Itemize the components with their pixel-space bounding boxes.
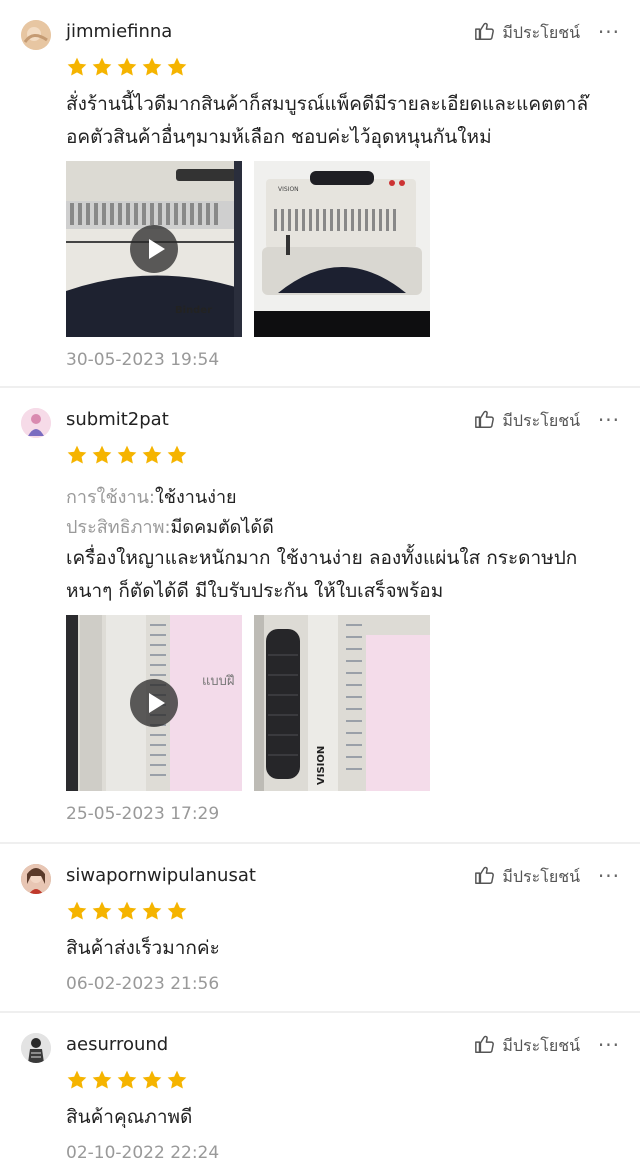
review-date: 02-10-2022 22:24 [66, 1143, 220, 1163]
reviewer-username[interactable]: jimmiefinna [66, 21, 172, 42]
thumbs-up-icon [474, 408, 496, 434]
attribute-key: การใช้งาน: [66, 487, 155, 508]
divider [0, 842, 640, 844]
thumbnail-caption: VISION [316, 746, 327, 785]
reviewer-username[interactable]: aesurround [66, 1034, 168, 1055]
reviewer-username[interactable]: submit2pat [66, 409, 169, 430]
review-text: เครื่องใหญาและหนักมาก ใช้งานง่าย ลองทั้ง… [66, 542, 622, 608]
star-icon [92, 57, 112, 76]
review-date: 06-02-2023 21:56 [66, 974, 220, 994]
more-options-button[interactable]: ··· [598, 864, 620, 888]
star-icon [142, 1070, 162, 1089]
review-attribute: การใช้งาน:ใช้งานง่าย [66, 482, 237, 511]
reviewer-username[interactable]: siwapornwipulanusat [66, 865, 256, 886]
helpful-label: มีประโยชน์ [502, 1035, 580, 1055]
star-icon [67, 57, 87, 76]
review-video-thumbnail[interactable]: แบบฝึ [66, 615, 242, 791]
more-options-button[interactable]: ··· [598, 1033, 620, 1057]
review-text-line: เครื่องใหญาและหนักมาก ใช้งานง่าย ลองทั้ง… [66, 547, 578, 569]
helpful-button[interactable]: มีประโยชน์ [474, 20, 580, 46]
star-icon [92, 1070, 112, 1089]
divider [0, 1011, 640, 1013]
helpful-label: มีประโยชน์ [502, 866, 580, 886]
avatar[interactable] [21, 1033, 51, 1063]
star-icon [142, 901, 162, 920]
review-text: สินค้าคุณภาพดี [66, 1101, 622, 1134]
star-icon [167, 445, 187, 464]
thumbnail-caption: Binder [175, 305, 212, 316]
helpful-button[interactable]: มีประโยชน์ [474, 864, 580, 890]
review-text-line: สั่งร้านนี้ไวดีมากสินค้าก็สมบูรณ์แพ็คดีม… [66, 93, 589, 115]
star-rating [66, 900, 188, 922]
star-rating [66, 56, 188, 78]
star-rating [66, 1069, 188, 1091]
avatar[interactable] [21, 408, 51, 438]
star-icon [117, 57, 137, 76]
star-icon [67, 901, 87, 920]
review-text-line: สินค้าคุณภาพดี [66, 1106, 193, 1128]
helpful-button[interactable]: มีประโยชน์ [474, 1033, 580, 1059]
star-icon [142, 445, 162, 464]
review-date: 30-05-2023 19:54 [66, 350, 220, 370]
thumbs-up-icon [474, 864, 496, 890]
star-icon [142, 57, 162, 76]
star-icon [167, 57, 187, 76]
attribute-value: ใช้งานง่าย [154, 487, 237, 508]
avatar[interactable] [21, 864, 51, 894]
review-text-line: อคตัวสินค้าอื่นๆมามห้เลือก ชอบค่ะไว้อุดห… [66, 126, 492, 148]
star-icon [67, 1070, 87, 1089]
star-icon [92, 901, 112, 920]
review-text-line: หนาๆ ก็ตัดได้ดี มีใบรับประกัน ให้ใบเสร็จ… [66, 580, 444, 602]
helpful-label: มีประโยชน์ [502, 410, 580, 430]
thumbnail-caption: แบบฝึ [202, 674, 235, 689]
review-text: สินค้าส่งเร็วมากค่ะ [66, 932, 622, 965]
avatar[interactable] [21, 20, 51, 50]
review-photo-thumbnail[interactable]: VISION [254, 615, 430, 791]
review-photo-thumbnail[interactable]: VISION [254, 161, 430, 337]
more-options-button[interactable]: ··· [598, 408, 620, 432]
star-rating [66, 444, 188, 466]
star-icon [92, 445, 112, 464]
thumbnail-caption: VISION [278, 186, 299, 193]
review-text: สั่งร้านนี้ไวดีมากสินค้าก็สมบูรณ์แพ็คดีม… [66, 88, 622, 154]
divider [0, 386, 640, 388]
helpful-button[interactable]: มีประโยชน์ [474, 408, 580, 434]
attribute-value: มีดคมตัดได้ดี [170, 517, 274, 538]
star-icon [117, 1070, 137, 1089]
star-icon [117, 445, 137, 464]
review-date: 25-05-2023 17:29 [66, 804, 220, 824]
review-attribute: ประสิทธิภาพ:มีดคมตัดได้ดี [66, 512, 274, 541]
thumbs-up-icon [474, 1033, 496, 1059]
helpful-label: มีประโยชน์ [502, 22, 580, 42]
play-icon[interactable] [130, 679, 178, 727]
star-icon [67, 445, 87, 464]
play-icon[interactable] [130, 225, 178, 273]
star-icon [167, 901, 187, 920]
thumbs-up-icon [474, 20, 496, 46]
star-icon [117, 901, 137, 920]
star-icon [167, 1070, 187, 1089]
attribute-key: ประสิทธิภาพ: [66, 517, 171, 538]
review-video-thumbnail[interactable]: Binder [66, 161, 242, 337]
review-text-line: สินค้าส่งเร็วมากค่ะ [66, 937, 220, 959]
more-options-button[interactable]: ··· [598, 20, 620, 44]
